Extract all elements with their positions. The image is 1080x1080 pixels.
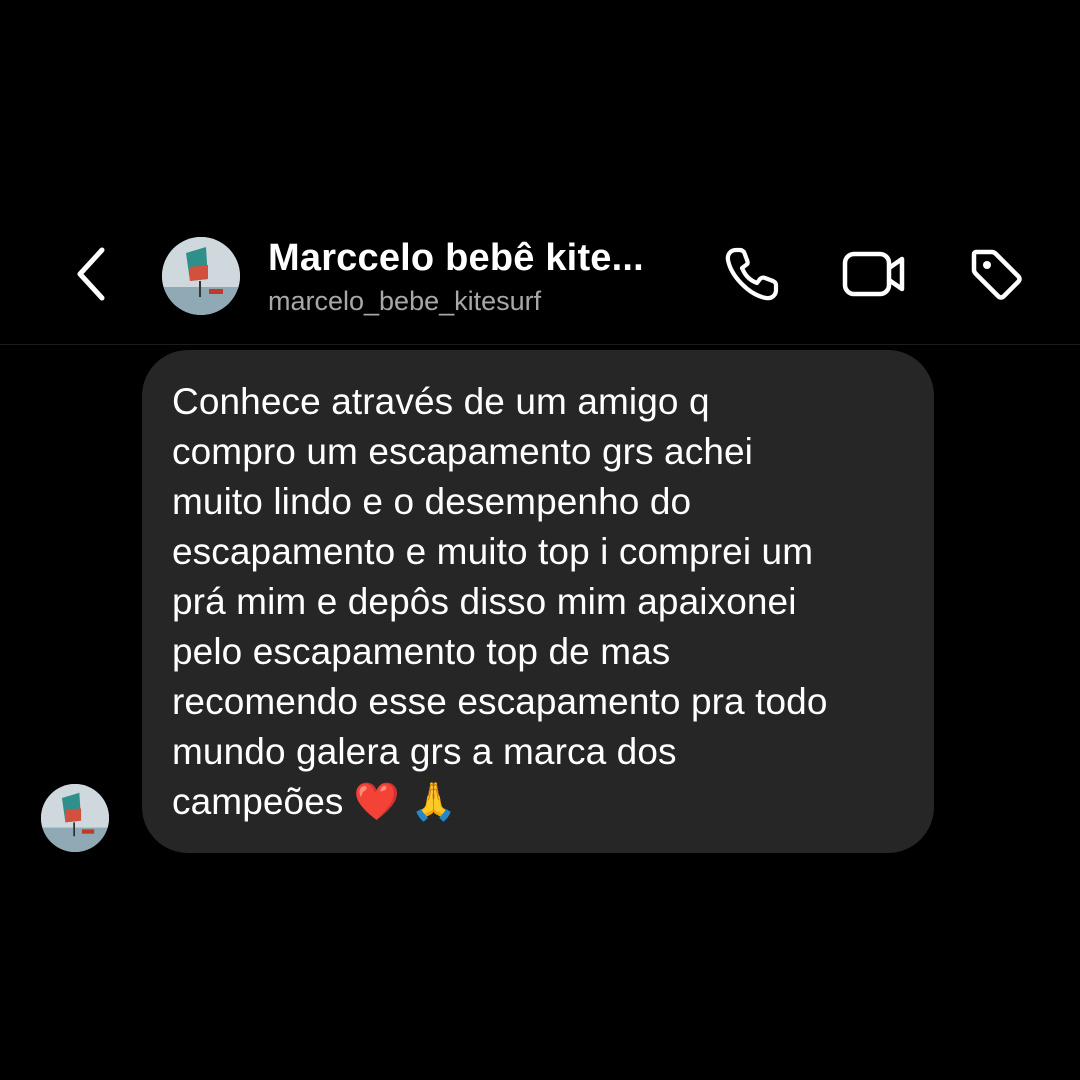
message-bubble[interactable]: Conhece através de um amigo q compro um … xyxy=(142,350,934,853)
chat-header: Marccelo bebê kite... marcelo_bebe_kites… xyxy=(0,220,1080,345)
display-name: Marccelo bebê kite... xyxy=(268,237,644,279)
profile-photo xyxy=(162,237,240,315)
phone-icon xyxy=(725,247,779,301)
chat-screen: Marccelo bebê kite... marcelo_bebe_kites… xyxy=(0,0,1080,1080)
video-camera-icon xyxy=(842,251,905,297)
chevron-left-icon xyxy=(77,247,105,301)
back-button[interactable] xyxy=(62,246,118,302)
avatar[interactable] xyxy=(162,237,240,315)
voice-call-button[interactable] xyxy=(720,242,784,306)
username: marcelo_bebe_kitesurf xyxy=(268,286,542,316)
profile-photo xyxy=(41,784,109,852)
chat-title[interactable]: Marccelo bebê kite... marcelo_bebe_kites… xyxy=(268,236,698,318)
avatar[interactable] xyxy=(41,784,109,852)
video-call-button[interactable] xyxy=(842,242,906,306)
message-text: Conhece através de um amigo q compro um … xyxy=(172,381,828,822)
tag-button[interactable] xyxy=(964,242,1028,306)
tag-icon xyxy=(971,249,1022,300)
